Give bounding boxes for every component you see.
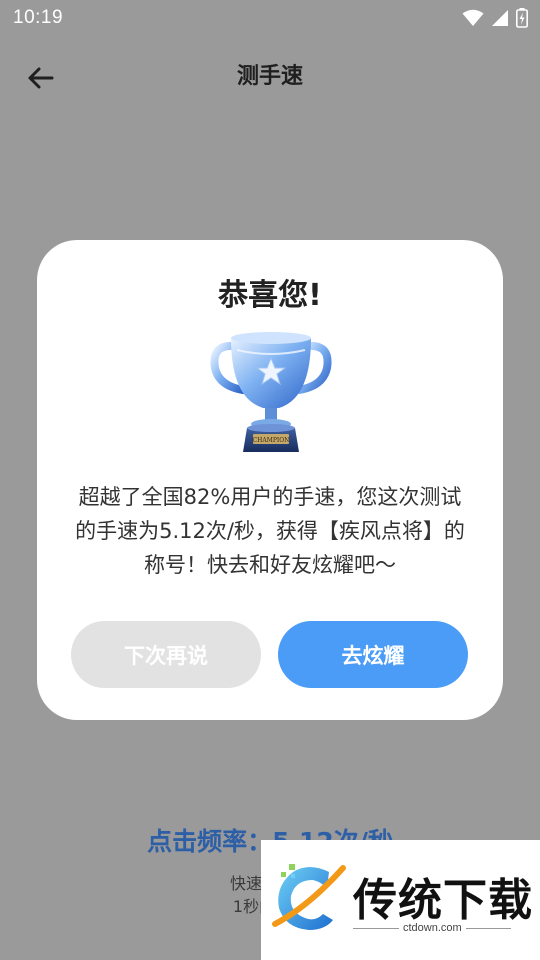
congrats-dialog: 恭喜您! CHAMPION 超越了全国82%用户的手速，您这次测试的手速为5.1… [37,240,503,720]
later-button[interactable]: 下次再说 [71,621,261,688]
top-bar: 测手速 [0,48,540,104]
wifi-icon [462,9,484,26]
page-title: 测手速 [236,64,303,89]
watermark-url: ctdown.com [399,922,466,934]
watermark: 传统下载 ctdown.com [261,840,540,960]
battery-icon [516,8,528,28]
watermark-name: 传统下载 [353,875,533,926]
status-icons [462,8,528,28]
dialog-message: 超越了全国82%用户的手速，您这次测试的手速为5.12次/秒，获得【疾风点将】的… [75,485,465,577]
signal-icon [492,10,508,26]
dialog-title: 恭喜您! [218,278,322,313]
trophy-plaque-text: CHAMPION [253,437,290,444]
status-time: 10:19 [13,7,64,28]
status-bar: 10:19 [0,0,540,36]
show-off-button[interactable]: 去炫耀 [278,621,468,688]
trophy-icon: CHAMPION [210,332,332,452]
site-logo-icon [272,864,346,930]
